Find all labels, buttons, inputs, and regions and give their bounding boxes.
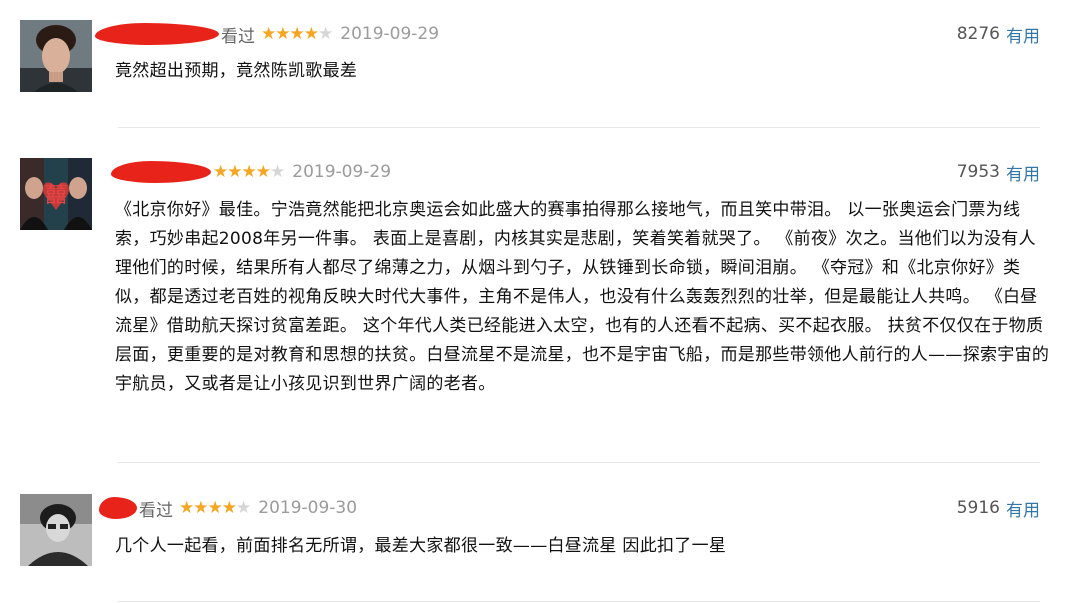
vote-count: 8276 bbox=[956, 24, 1000, 44]
useful-button[interactable]: 有用 bbox=[1006, 496, 1040, 521]
user-avatar[interactable] bbox=[20, 494, 92, 566]
vote-area: 8276 有用 bbox=[957, 19, 1040, 49]
watch-status: 看过 bbox=[139, 500, 173, 521]
comment-date: 2019-09-29 bbox=[292, 162, 392, 182]
divider bbox=[118, 462, 1040, 463]
star-empty-icon: ★ bbox=[318, 23, 333, 44]
rating-stars: ★ ★ ★ ★ ★ bbox=[213, 161, 285, 182]
star-empty-icon: ★ bbox=[236, 497, 251, 518]
redacted-username bbox=[95, 23, 219, 45]
star-icon: ★ bbox=[275, 23, 290, 44]
rating-stars: ★ ★ ★ ★ ★ bbox=[261, 23, 333, 44]
vote-area: 5916 有用 bbox=[957, 493, 1040, 523]
comment-date: 2019-09-30 bbox=[258, 498, 358, 518]
vote-area: 7953 有用 bbox=[957, 157, 1040, 187]
star-icon: ★ bbox=[207, 497, 223, 518]
star-icon: ★ bbox=[221, 497, 237, 518]
redacted-username bbox=[111, 161, 211, 183]
useful-button[interactable]: 有用 bbox=[1006, 160, 1040, 185]
rating-stars: ★ ★ ★ ★ ★ bbox=[179, 497, 251, 518]
user-avatar[interactable] bbox=[20, 20, 92, 92]
useful-button[interactable]: 有用 bbox=[1006, 22, 1040, 47]
comment-meta: 看过 ★ ★ ★ ★ ★ 2019-09-30 bbox=[95, 493, 357, 523]
vote-count: 5916 bbox=[956, 498, 1000, 518]
svg-text:囍: 囍 bbox=[45, 183, 67, 208]
comment-meta: 看过 ★ ★ ★ ★ ★ 2019-09-29 bbox=[95, 19, 439, 49]
vote-count: 7953 bbox=[956, 162, 1000, 182]
star-icon: ★ bbox=[227, 161, 242, 182]
star-icon: ★ bbox=[179, 497, 194, 518]
star-icon: ★ bbox=[213, 161, 228, 182]
watch-status: 看过 bbox=[221, 26, 255, 47]
star-icon: ★ bbox=[255, 161, 271, 182]
comment-text: 竟然超出预期，竟然陈凯歌最差 bbox=[115, 61, 358, 81]
comment-date: 2019-09-29 bbox=[340, 24, 440, 44]
comment-text: 几个人一起看，前面排名无所谓，最差大家都很一致——白昼流星 因此扣了一星 bbox=[115, 536, 727, 556]
star-icon: ★ bbox=[261, 23, 276, 44]
star-empty-icon: ★ bbox=[270, 161, 285, 182]
comment-text: 《北京你好》最佳。宁浩竟然能把北京奥运会如此盛大的赛事拍得那么接地气，而且笑中带… bbox=[115, 200, 1050, 394]
star-icon: ★ bbox=[289, 23, 305, 44]
star-icon: ★ bbox=[241, 161, 257, 182]
comment-meta: ★ ★ ★ ★ ★ 2019-09-29 bbox=[95, 157, 391, 187]
divider bbox=[118, 127, 1040, 128]
star-icon: ★ bbox=[193, 497, 208, 518]
star-icon: ★ bbox=[303, 23, 319, 44]
divider bbox=[118, 601, 1040, 602]
redacted-username bbox=[99, 497, 137, 519]
user-avatar[interactable]: 囍 bbox=[20, 158, 92, 230]
comment-list: 看过 ★ ★ ★ ★ ★ 2019-09-29 8276 有用 竟然超出预期，竟然陈凯歌… bbox=[0, 0, 1080, 603]
